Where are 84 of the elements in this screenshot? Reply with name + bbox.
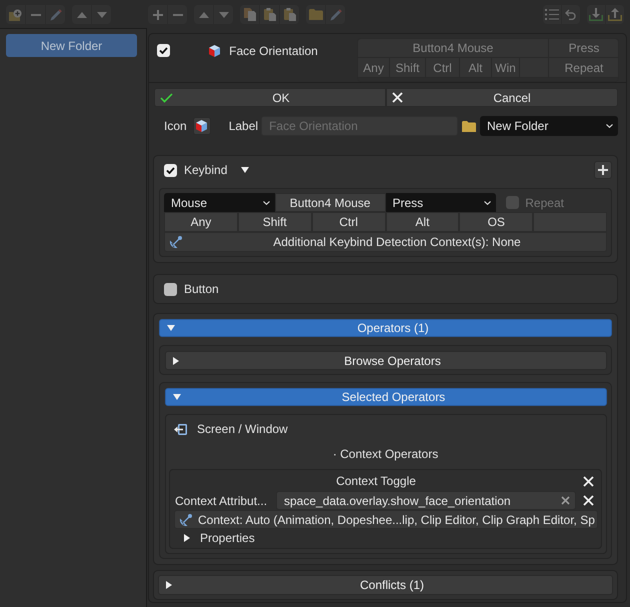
event-dropdown[interactable]: Press — [386, 193, 496, 212]
icon-label: Icon — [164, 119, 187, 133]
selected-operators-header[interactable]: Selected Operators — [165, 388, 607, 406]
plus-icon — [598, 165, 608, 175]
modifier-toggle[interactable]: Shift — [238, 212, 312, 232]
satellite-dish-icon — [180, 514, 192, 526]
cube-icon — [209, 44, 220, 56]
window-arrow-icon — [174, 424, 187, 434]
key-button[interactable]: Button4 Mouse — [274, 193, 386, 212]
clipboard-icon — [264, 8, 276, 21]
check-icon — [166, 166, 175, 174]
chevron-down-icon — [262, 200, 270, 204]
undo-icon — [565, 9, 577, 20]
repeat-label: Repeat — [525, 196, 564, 210]
modifier-toggle[interactable]: OS — [459, 212, 534, 232]
upload-icon — [608, 8, 622, 21]
item-title: Face Orientation — [229, 44, 318, 58]
triangle-down-icon — [218, 12, 228, 18]
attribute-field[interactable]: space_data.overlay.show_face_orientation — [276, 491, 576, 510]
button-title: Button — [184, 282, 219, 296]
triangle-up-icon — [76, 12, 86, 18]
triangle-down-icon — [167, 325, 175, 331]
button-checkbox[interactable] — [164, 282, 177, 296]
operator-title: Context Toggle — [335, 474, 417, 488]
modifier-toggle[interactable]: Any — [164, 212, 238, 232]
list-icon — [545, 9, 559, 20]
triangle-right-icon — [184, 534, 190, 542]
documents-icon — [244, 8, 256, 21]
context-button[interactable]: Additional Keybind Detection Context(s): None — [164, 232, 607, 252]
folder-icon — [308, 9, 322, 20]
triangle-right-icon — [166, 581, 172, 589]
chevron-down-icon — [606, 124, 613, 128]
folder-item[interactable]: New Folder — [6, 34, 137, 57]
close-icon — [582, 495, 594, 506]
modifier-cell: Win — [492, 58, 520, 78]
modifier-cell: Alt — [460, 58, 492, 78]
key-cell: Button4 Mouse — [358, 39, 549, 58]
check-icon — [160, 92, 173, 102]
modifier-toggle[interactable]: Alt — [386, 212, 460, 232]
chevron-down-icon — [484, 200, 492, 204]
modifier-cell: Ctrl — [426, 58, 460, 78]
satellite-dish-icon — [170, 236, 182, 248]
properties-toggle[interactable]: Properties — [184, 530, 255, 545]
triangle-down-icon[interactable] — [241, 167, 250, 173]
context-button[interactable]: Context: Auto (Animation, Dopeshee...lip, Clip Editor, Clip Graph Editor, Sp — [174, 510, 598, 529]
section-heading: · Context Operators — [332, 447, 438, 461]
folder-dropdown[interactable]: New Folder — [480, 116, 618, 136]
repeat-cell: Repeat — [549, 58, 618, 78]
modifier-toggle[interactable]: Ctrl — [312, 212, 386, 232]
modifier-cell: Shift — [390, 58, 426, 78]
triangle-right-icon — [173, 356, 179, 364]
icon-picker-button[interactable] — [192, 117, 211, 135]
check-icon — [159, 47, 168, 54]
download-icon — [589, 8, 603, 21]
plus-icon — [152, 10, 162, 20]
triangle-down-icon — [96, 12, 106, 18]
triangle-down-icon — [173, 394, 181, 400]
browse-operators-header[interactable]: Browse Operators — [165, 351, 607, 370]
cancel-button[interactable]: Cancel — [386, 88, 618, 107]
pencil-icon — [330, 8, 342, 20]
device-dropdown[interactable]: Mouse — [164, 193, 275, 212]
cube-icon — [196, 120, 208, 132]
close-icon — [582, 476, 594, 486]
triangle-up-icon — [198, 12, 208, 18]
event-cell: Press — [549, 39, 618, 58]
close-icon — [392, 92, 403, 103]
operators-header[interactable]: Operators (1) — [159, 319, 612, 337]
add-button[interactable] — [594, 161, 612, 179]
clipboard-icon — [284, 8, 296, 21]
folder-icon — [462, 120, 476, 132]
ok-button[interactable]: OK — [154, 88, 386, 107]
minus-icon — [30, 14, 40, 16]
clear-icon — [561, 496, 570, 505]
folder-plus-icon — [9, 8, 22, 20]
minus-icon — [172, 14, 182, 16]
enable-checkbox[interactable] — [157, 44, 170, 57]
modifier-cell: Any — [358, 58, 390, 78]
attribute-label: Context Attribut... — [174, 494, 268, 508]
pencil-icon — [50, 8, 62, 20]
label-caption: Label — [228, 119, 258, 133]
conflicts-header[interactable]: Conflicts (1) — [158, 575, 613, 595]
keybind-checkbox[interactable] — [164, 164, 177, 176]
category-label: Screen / Window — [197, 422, 288, 436]
keybind-title: Keybind — [184, 163, 228, 177]
